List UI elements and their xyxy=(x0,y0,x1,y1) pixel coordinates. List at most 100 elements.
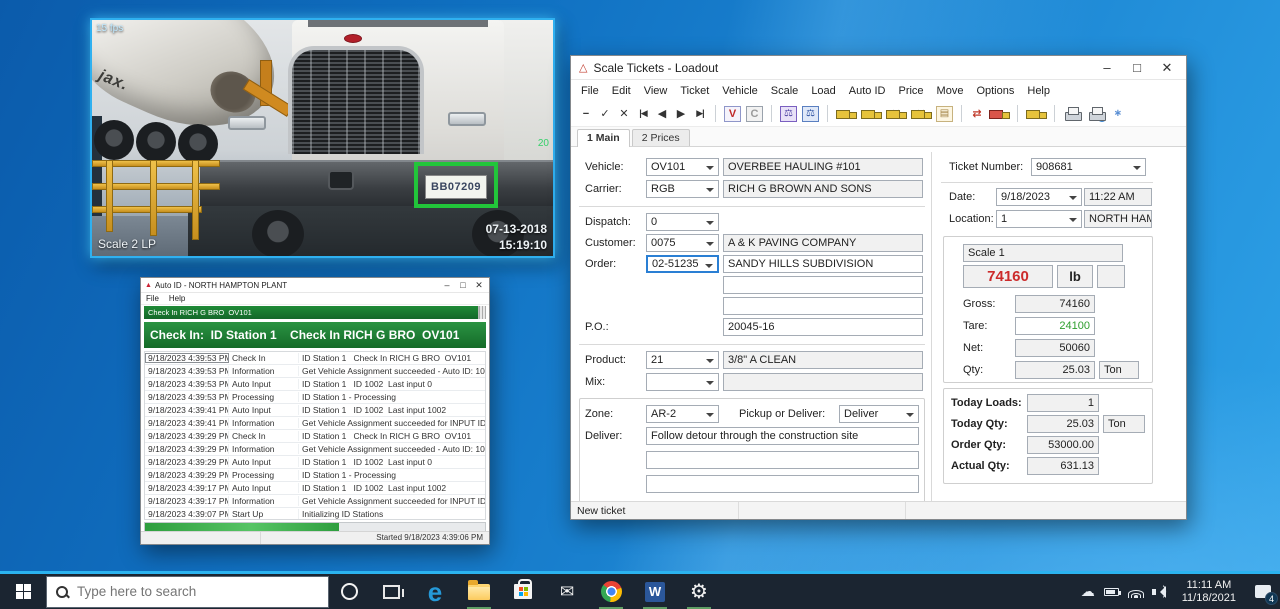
minimize-icon[interactable]: – xyxy=(439,280,455,290)
log-row[interactable]: 9/18/2023 4:39:41 PM Auto Input ID Stati… xyxy=(145,404,485,417)
log-row[interactable]: 9/18/2023 4:39:17 PM Auto Input ID Stati… xyxy=(145,482,485,495)
ticket-number-combo[interactable]: 908681 xyxy=(1031,158,1146,176)
log-row[interactable]: 9/18/2023 4:39:53 PM Auto Input ID Stati… xyxy=(145,378,485,391)
mix-combo[interactable] xyxy=(646,373,719,391)
prev-record-button[interactable]: ◀ xyxy=(655,107,669,120)
close-icon[interactable]: ✕ xyxy=(471,280,487,291)
taskbar-search[interactable] xyxy=(46,576,329,608)
power-tray-button[interactable] xyxy=(1100,574,1124,609)
menu-item[interactable]: Options xyxy=(976,85,1014,97)
transfer-icon[interactable]: ⇄ xyxy=(970,107,984,120)
menu-item[interactable]: Auto ID xyxy=(849,85,886,97)
tab-main[interactable]: 1 Main xyxy=(577,129,630,147)
order-desc-field[interactable]: SANDY HILLS SUBDIVISION xyxy=(723,255,923,273)
log-row[interactable]: 9/18/2023 4:39:41 PM Information Get Veh… xyxy=(145,417,485,430)
log-row[interactable]: 9/18/2023 4:39:29 PM Processing ID Stati… xyxy=(145,469,485,482)
delete-button[interactable]: − xyxy=(579,108,593,120)
customer-combo[interactable]: 0075 xyxy=(646,234,719,252)
log-row[interactable]: 9/18/2023 4:39:07 PM Start Up Initializi… xyxy=(145,508,485,520)
menu-item[interactable]: Ticket xyxy=(680,85,709,97)
order-desc-field-3[interactable] xyxy=(723,297,923,315)
file-explorer-button[interactable] xyxy=(457,574,501,609)
truck-void-icon[interactable]: ✕ xyxy=(886,106,906,122)
next-record-button[interactable]: ▶ xyxy=(674,107,688,120)
onedrive-tray-button[interactable]: ☁ xyxy=(1076,574,1100,609)
deliver-field-3[interactable] xyxy=(646,475,919,493)
log-row[interactable]: 9/18/2023 4:39:29 PM Auto Input ID Stati… xyxy=(145,456,485,469)
log-row[interactable]: 9/18/2023 4:39:53 PM Check In ID Station… xyxy=(145,352,485,365)
dispatch-combo[interactable]: 0 xyxy=(646,213,719,231)
print-button[interactable] xyxy=(1063,106,1082,122)
location-name-field: NORTH HAMPTON xyxy=(1084,210,1152,228)
scale-query-icon[interactable]: ⚖ xyxy=(780,106,797,122)
deliver-field[interactable]: Follow detour through the construction s… xyxy=(646,427,919,445)
order-desc-field-2[interactable] xyxy=(723,276,923,294)
menu-item[interactable]: Help xyxy=(169,294,185,303)
zone-combo[interactable]: AR-2 xyxy=(646,405,719,423)
start-button[interactable] xyxy=(0,574,46,609)
po-field[interactable]: 20045-16 xyxy=(723,318,923,336)
menu-item[interactable]: Price xyxy=(898,85,923,97)
chrome-button[interactable] xyxy=(589,574,633,609)
ticker-scroll-grip[interactable] xyxy=(478,306,486,319)
network-tray-button[interactable] xyxy=(1124,574,1148,609)
log-row[interactable]: 9/18/2023 4:39:29 PM Information Get Veh… xyxy=(145,443,485,456)
cortana-button[interactable] xyxy=(329,574,369,609)
taskbar-clock[interactable]: 11:11 AM 11/18/2021 xyxy=(1172,579,1246,605)
ticket-doc-icon[interactable]: ▤ xyxy=(936,106,953,122)
log-row[interactable]: 9/18/2023 4:39:17 PM Information Get Veh… xyxy=(145,495,485,508)
menu-item[interactable]: Scale xyxy=(771,85,799,97)
autoid-titlebar[interactable]: ▲ Auto ID - NORTH HAMPTON PLANT – □ ✕ xyxy=(141,278,489,293)
store-button[interactable] xyxy=(501,574,545,609)
truck-move-icon[interactable] xyxy=(989,106,1009,122)
video-icon[interactable]: V xyxy=(724,106,741,122)
menu-item[interactable]: View xyxy=(644,85,668,97)
capture-icon[interactable]: C xyxy=(746,106,763,122)
vehicle-combo[interactable]: OV101 xyxy=(646,158,719,176)
mail-button[interactable]: ✉ xyxy=(545,574,589,609)
tare-field[interactable]: 24100 xyxy=(1015,317,1095,335)
volume-tray-button[interactable] xyxy=(1148,574,1172,609)
action-center-button[interactable]: 4 xyxy=(1246,574,1280,609)
minimize-icon[interactable]: – xyxy=(1092,60,1122,75)
menu-item[interactable]: File xyxy=(146,294,159,303)
truck-checkin-icon[interactable] xyxy=(836,106,856,122)
edge-button[interactable]: e xyxy=(413,574,457,609)
product-combo[interactable]: 21 xyxy=(646,351,719,369)
menu-item[interactable]: Load xyxy=(811,85,835,97)
date-combo[interactable]: 9/18/2023 xyxy=(996,188,1082,206)
print-setup-button[interactable] xyxy=(1087,106,1106,122)
scale1-header[interactable]: Scale 1 xyxy=(963,244,1123,262)
scale-titlebar[interactable]: △ Scale Tickets - Loadout – □ ✕ xyxy=(571,56,1186,80)
maximize-icon[interactable]: □ xyxy=(1122,60,1152,75)
pickup-or-deliver-combo[interactable]: Deliver xyxy=(839,405,919,423)
truck-auto-icon[interactable] xyxy=(1026,106,1046,122)
log-row[interactable]: 9/18/2023 4:39:53 PM Processing ID Stati… xyxy=(145,391,485,404)
log-row[interactable]: 9/18/2023 4:39:53 PM Information Get Veh… xyxy=(145,365,485,378)
truck-load-icon[interactable] xyxy=(861,106,881,122)
task-view-button[interactable] xyxy=(369,574,413,609)
menu-item[interactable]: Vehicle xyxy=(722,85,757,97)
settings-button[interactable]: ⚙ xyxy=(677,574,721,609)
close-icon[interactable]: ✕ xyxy=(1152,60,1182,76)
log-row[interactable]: 9/18/2023 4:39:29 PM Check In ID Station… xyxy=(145,430,485,443)
word-button[interactable]: W xyxy=(633,574,677,609)
location-combo[interactable]: 1 xyxy=(996,210,1082,228)
order-combo[interactable]: 02-51235 xyxy=(646,255,719,273)
search-input[interactable] xyxy=(77,584,297,599)
first-record-button[interactable]: |◀ xyxy=(636,108,650,119)
truck-cancel-icon[interactable]: ✕ xyxy=(911,106,931,122)
menu-item[interactable]: File xyxy=(581,85,599,97)
maximize-icon[interactable]: □ xyxy=(455,280,471,290)
menu-item[interactable]: Edit xyxy=(612,85,631,97)
accept-button[interactable]: ✓ xyxy=(598,107,612,120)
headlight-left-shape xyxy=(228,116,266,130)
deliver-field-2[interactable] xyxy=(646,451,919,469)
cancel-button[interactable]: ✕ xyxy=(617,107,631,120)
tab-prices[interactable]: 2 Prices xyxy=(632,129,690,146)
menu-item[interactable]: Move xyxy=(937,85,964,97)
carrier-combo[interactable]: RGB xyxy=(646,180,719,198)
scale-readout-icon[interactable]: ⚖ xyxy=(802,106,819,122)
last-record-button[interactable]: ▶| xyxy=(693,108,707,119)
menu-item[interactable]: Help xyxy=(1027,85,1050,97)
